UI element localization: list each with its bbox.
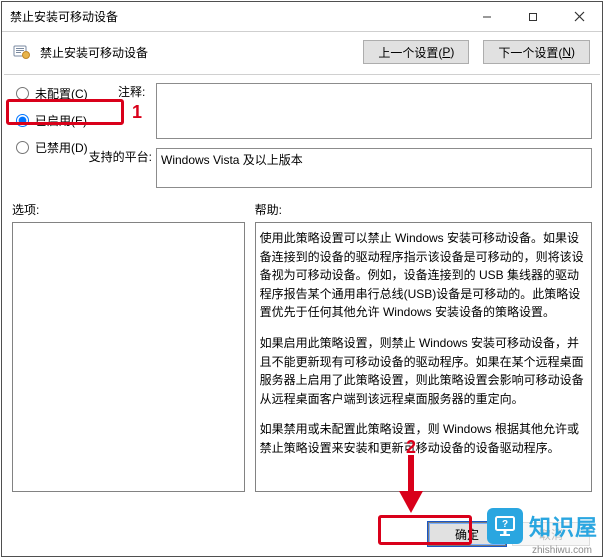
radio-enabled-input[interactable]: [16, 114, 29, 127]
comment-label: 注释:: [118, 83, 145, 100]
radio-not-configured-label: 未配置(C): [35, 85, 88, 102]
help-paragraph: 如果启用此策略设置，则禁止 Windows 安装可移动设备，并且不能更新现有可移…: [260, 334, 587, 408]
titlebar: 禁止安装可移动设备: [2, 2, 602, 32]
maximize-button[interactable]: [510, 2, 556, 31]
two-column-area: 选项: 帮助: 使用此策略设置可以禁止 Windows 安装可移动设备。如果设备…: [2, 195, 602, 512]
radio-enabled[interactable]: 已启用(E): [16, 112, 146, 129]
policy-title: 禁止安装可移动设备: [40, 44, 349, 61]
options-label: 选项:: [12, 201, 245, 218]
window-controls: [464, 2, 602, 31]
options-column: 选项:: [12, 201, 245, 512]
help-paragraph: 如果禁用或未配置此策略设置，则 Windows 根据其他允许或禁止策略设置来安装…: [260, 420, 587, 457]
help-panel: 使用此策略设置可以禁止 Windows 安装可移动设备。如果设备连接到的设备的驱…: [255, 222, 592, 492]
minimize-button[interactable]: [464, 2, 510, 31]
watermark: ? 知识屋: [487, 508, 598, 544]
comment-textarea[interactable]: [156, 83, 592, 139]
radio-disabled-label: 已禁用(D): [35, 139, 88, 156]
supported-label: 支持的平台:: [86, 148, 152, 165]
radio-disabled-input[interactable]: [16, 141, 29, 154]
comment-wrap: 注释:: [156, 83, 592, 142]
header-row: 禁止安装可移动设备 上一个设置(P) 下一个设置(N): [2, 32, 602, 74]
supported-textarea: [156, 148, 592, 188]
radio-enabled-label: 已启用(E): [35, 112, 87, 129]
divider: [4, 74, 600, 75]
options-panel: [12, 222, 245, 492]
watermark-icon: ?: [487, 508, 523, 544]
policy-editor-window: 禁止安装可移动设备 禁止安装可移动设备 上一个设置(P): [1, 1, 603, 557]
svg-text:?: ?: [502, 519, 508, 530]
help-label: 帮助:: [255, 201, 592, 218]
supported-wrap: 支持的平台:: [156, 148, 592, 191]
watermark-text: 知识屋: [529, 510, 598, 542]
radio-not-configured-input[interactable]: [16, 87, 29, 100]
config-block: 未配置(C) 已启用(E) 已禁用(D) 注释: 支持的平台:: [2, 81, 602, 195]
close-button[interactable]: [556, 2, 602, 31]
help-paragraph: 使用此策略设置可以禁止 Windows 安装可移动设备。如果设备连接到的设备的驱…: [260, 229, 587, 322]
window-title: 禁止安装可移动设备: [10, 8, 464, 25]
watermark-subtext: zhishiwu.com: [532, 545, 592, 556]
next-setting-button[interactable]: 下一个设置(N): [483, 40, 590, 64]
previous-setting-button[interactable]: 上一个设置(P): [363, 40, 469, 64]
help-column: 帮助: 使用此策略设置可以禁止 Windows 安装可移动设备。如果设备连接到的…: [255, 201, 592, 512]
policy-icon: [12, 42, 32, 62]
